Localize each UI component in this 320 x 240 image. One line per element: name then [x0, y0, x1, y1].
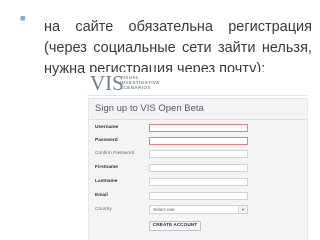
signup-screenshot: VIS VISUAL INVESTIGATIVE SCENARIOS Sign … [88, 72, 308, 240]
signup-form: Sign up to VIS Open Beta Username Passwo… [88, 98, 308, 240]
confirm-password-label: Confirm Password [95, 151, 135, 156]
logo-subtitle: VISUAL INVESTIGATIVE SCENARIOS [120, 75, 160, 91]
form-title: Sign up to VIS Open Beta [95, 103, 204, 114]
lastname-input[interactable] [149, 178, 248, 186]
password-input[interactable] [149, 137, 248, 145]
form-title-divider [89, 119, 307, 120]
firstname-label: Firstname [95, 165, 118, 170]
chevron-down-icon[interactable]: ▼ [238, 206, 247, 213]
lastname-label: Lastname [95, 179, 118, 184]
firstname-input[interactable] [149, 164, 248, 172]
vis-logo: VIS VISUAL INVESTIGATIVE SCENARIOS [90, 72, 210, 94]
country-selected-value: Select one [153, 207, 175, 212]
logo-mark: VIS [90, 72, 124, 95]
country-label: Country [95, 207, 112, 212]
confirm-password-input[interactable] [149, 150, 248, 158]
slide-line-1: на сайте обязательна регистрация [44, 19, 312, 35]
password-label: Password [95, 138, 118, 143]
username-input[interactable] [149, 124, 248, 132]
create-account-button[interactable]: CREATE ACCOUNT [149, 221, 201, 231]
header-divider [88, 95, 308, 96]
slide-line-2: (через социальные сети зайти нельзя, [44, 40, 312, 56]
email-label: Email [95, 193, 108, 198]
bullet-icon: ■ [20, 13, 26, 23]
country-select[interactable]: Select one ▼ [149, 205, 248, 214]
email-input[interactable] [149, 192, 248, 200]
username-label: Username [95, 125, 119, 130]
